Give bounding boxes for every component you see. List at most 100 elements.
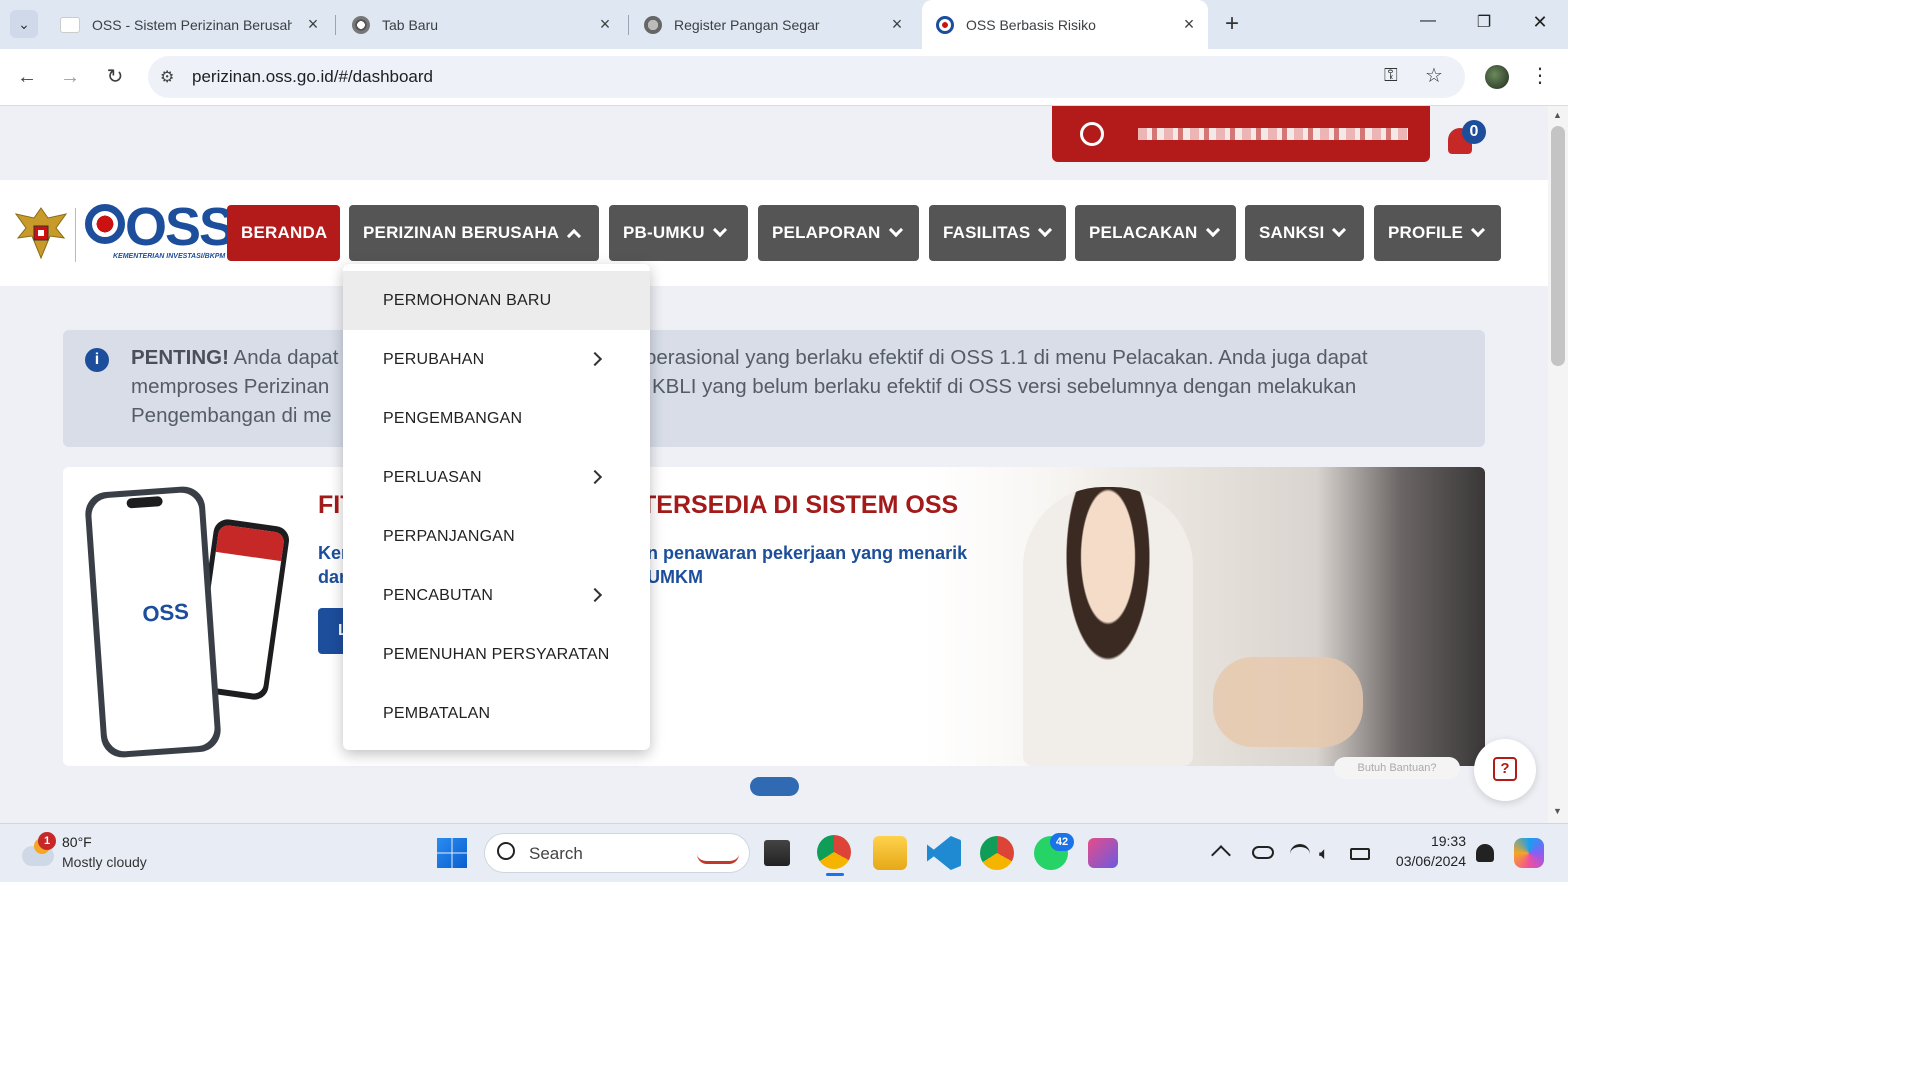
nav-label: PERIZINAN BERUSAHA bbox=[363, 223, 560, 242]
perizinan-dropdown-menu: PERMOHONAN BARU PERUBAHAN PENGEMBANGAN P… bbox=[343, 264, 650, 750]
garuda-emblem-icon bbox=[14, 204, 68, 262]
scroll-down-icon[interactable]: ▼ bbox=[1553, 806, 1562, 816]
chevron-right-icon bbox=[587, 351, 603, 367]
taskbar-search-box[interactable]: Search bbox=[484, 833, 750, 873]
close-window-button[interactable]: ✕ bbox=[1522, 12, 1558, 36]
help-label[interactable]: Butuh Bantuan? bbox=[1334, 757, 1460, 779]
url-text: perizinan.oss.go.id/#/dashboard bbox=[192, 67, 433, 86]
oss-logo: OSS KEMENTERIAN INVESTASI/BKPM bbox=[85, 197, 235, 266]
menu-item-label: PEMBATALAN bbox=[383, 704, 491, 722]
browser-toolbar: ← → ↻ ⚙ perizinan.oss.go.id/#/dashboard … bbox=[0, 49, 1568, 106]
menu-item-pembatalan[interactable]: PEMBATALAN bbox=[343, 684, 650, 743]
logo-divider bbox=[75, 208, 76, 262]
page-scrollbar[interactable]: ▲ ▼ bbox=[1548, 106, 1568, 823]
menu-item-perpanjangan[interactable]: PERPANJANGAN bbox=[343, 507, 650, 566]
weather-widget[interactable]: 1 80°F Mostly cloudy bbox=[20, 830, 200, 876]
chevron-down-icon bbox=[1205, 222, 1220, 238]
notice-line-2b: KBLI yang belum berlaku efektif di OSS v… bbox=[652, 375, 1357, 398]
task-view-icon[interactable] bbox=[764, 840, 790, 866]
menu-item-perluasan[interactable]: PERLUASAN bbox=[343, 448, 650, 507]
volume-icon[interactable]: 🔈︎ bbox=[1319, 844, 1329, 864]
clock-date[interactable]: 03/06/2024 bbox=[1380, 853, 1466, 869]
chevron-down-icon bbox=[1332, 222, 1347, 238]
nav-perizinan-berusaha[interactable]: PERIZINAN BERUSAHA bbox=[349, 205, 599, 261]
tab-search-button[interactable]: ⌄ bbox=[10, 10, 38, 38]
user-account-bar[interactable] bbox=[1052, 106, 1430, 162]
chevron-up-icon bbox=[567, 228, 582, 244]
browser-menu-icon[interactable]: ⋮ bbox=[1530, 63, 1550, 91]
nav-profile[interactable]: PROFILE bbox=[1374, 205, 1501, 261]
scroll-up-icon[interactable]: ▲ bbox=[1553, 110, 1562, 120]
nav-label: SANKSI bbox=[1259, 223, 1325, 242]
wifi-icon[interactable] bbox=[1290, 844, 1310, 864]
nav-pelaporan[interactable]: PELAPORAN bbox=[758, 205, 919, 261]
bookmark-star-icon[interactable]: ☆ bbox=[1425, 63, 1443, 88]
scroll-thumb[interactable] bbox=[1551, 126, 1565, 366]
back-icon[interactable]: ← bbox=[11, 61, 43, 93]
vscode-icon[interactable] bbox=[927, 836, 961, 870]
menu-item-pencabutan[interactable]: PENCABUTAN bbox=[343, 566, 650, 625]
carousel-indicator[interactable] bbox=[750, 777, 799, 796]
onedrive-cloud-icon[interactable] bbox=[1252, 846, 1274, 859]
reload-icon[interactable]: ↻ bbox=[99, 61, 131, 93]
restore-button[interactable]: ❐ bbox=[1466, 12, 1502, 36]
close-icon[interactable]: × bbox=[888, 15, 906, 33]
new-tab-button[interactable]: + bbox=[1218, 10, 1246, 38]
tab-title: Register Pangan Segar bbox=[674, 16, 820, 33]
tab-title: Tab Baru bbox=[382, 16, 439, 33]
nav-fasilitas[interactable]: FASILITAS bbox=[929, 205, 1066, 261]
notice-line-3a: Pengembangan di me bbox=[131, 404, 332, 427]
oss-logo-icon bbox=[936, 15, 954, 34]
menu-item-pengembangan[interactable]: PENGEMBANGAN bbox=[343, 389, 650, 448]
menu-item-label: PENCABUTAN bbox=[383, 586, 494, 604]
menu-item-label: PERLUASAN bbox=[383, 468, 482, 486]
password-key-icon[interactable]: ⚿ bbox=[1384, 65, 1398, 86]
tab-baru[interactable]: Tab Baru × bbox=[338, 0, 624, 49]
close-icon[interactable]: × bbox=[304, 15, 322, 33]
clock-time[interactable]: 19:33 bbox=[1400, 833, 1466, 849]
help-question-icon: ? bbox=[1493, 757, 1517, 781]
profile-avatar[interactable] bbox=[1485, 65, 1509, 89]
nav-pb-umku[interactable]: PB-UMKU bbox=[609, 205, 748, 261]
handshake-figure bbox=[1213, 657, 1363, 747]
chevron-down-icon bbox=[888, 222, 903, 238]
tab-oss-sistem[interactable]: OSS - Sistem Perizinan Berusaha × bbox=[46, 0, 332, 49]
tab-oss-berbasis-risiko[interactable]: OSS Berbasis Risiko × bbox=[922, 0, 1208, 49]
menu-item-perubahan[interactable]: PERUBAHAN bbox=[343, 330, 650, 389]
close-icon[interactable]: × bbox=[1180, 15, 1198, 33]
notice-line-2a: memproses Perizinan bbox=[131, 375, 330, 398]
menu-item-pemenuhan-persyaratan[interactable]: PEMENUHAN PERSYARATAN bbox=[343, 625, 650, 684]
copilot-icon[interactable] bbox=[1514, 838, 1544, 868]
help-button[interactable]: ? bbox=[1474, 739, 1536, 801]
tab-register-pangan[interactable]: Register Pangan Segar × bbox=[630, 0, 916, 49]
oss-logo-text: OSS bbox=[125, 197, 235, 257]
battery-icon[interactable] bbox=[1350, 848, 1370, 860]
close-icon[interactable]: × bbox=[596, 15, 614, 33]
nav-label: PB-UMKU bbox=[623, 223, 705, 242]
notification-center-icon[interactable] bbox=[1476, 844, 1494, 862]
chrome-profile-icon[interactable] bbox=[980, 836, 1014, 870]
site-settings-icon[interactable]: ⚙ bbox=[160, 67, 174, 87]
nav-label: FASILITAS bbox=[943, 223, 1031, 242]
tab-title: OSS Berbasis Risiko bbox=[966, 16, 1096, 33]
notice-bold: PENTING! bbox=[131, 346, 229, 369]
oss-logo-subtitle: KEMENTERIAN INVESTASI/BKPM bbox=[113, 253, 226, 260]
nav-pelacakan[interactable]: PELACAKAN bbox=[1075, 205, 1236, 261]
nav-sanksi[interactable]: SANKSI bbox=[1245, 205, 1364, 261]
forward-icon[interactable]: → bbox=[54, 61, 86, 93]
info-icon: i bbox=[85, 348, 109, 372]
banner-sub-2a: dar bbox=[318, 567, 347, 587]
person-figure bbox=[1023, 487, 1193, 766]
tray-chevron-up-icon[interactable] bbox=[1211, 845, 1231, 865]
menu-item-permohonan-baru[interactable]: PERMOHONAN BARU bbox=[343, 271, 650, 330]
menu-item-label: PERMOHONAN BARU bbox=[383, 291, 552, 309]
nav-beranda[interactable]: BERANDA bbox=[227, 205, 340, 261]
chrome-taskbar-icon[interactable] bbox=[817, 835, 851, 869]
phone-oss-logo: OSS bbox=[141, 598, 190, 627]
chevron-down-icon bbox=[1038, 222, 1053, 238]
address-bar[interactable]: ⚙ perizinan.oss.go.id/#/dashboard ⚿ ☆ bbox=[148, 56, 1465, 98]
minimize-button[interactable]: — bbox=[1410, 12, 1446, 36]
windows-start-icon[interactable] bbox=[437, 838, 467, 868]
snipping-tool-icon[interactable] bbox=[1088, 838, 1118, 868]
file-explorer-icon[interactable] bbox=[873, 836, 907, 870]
